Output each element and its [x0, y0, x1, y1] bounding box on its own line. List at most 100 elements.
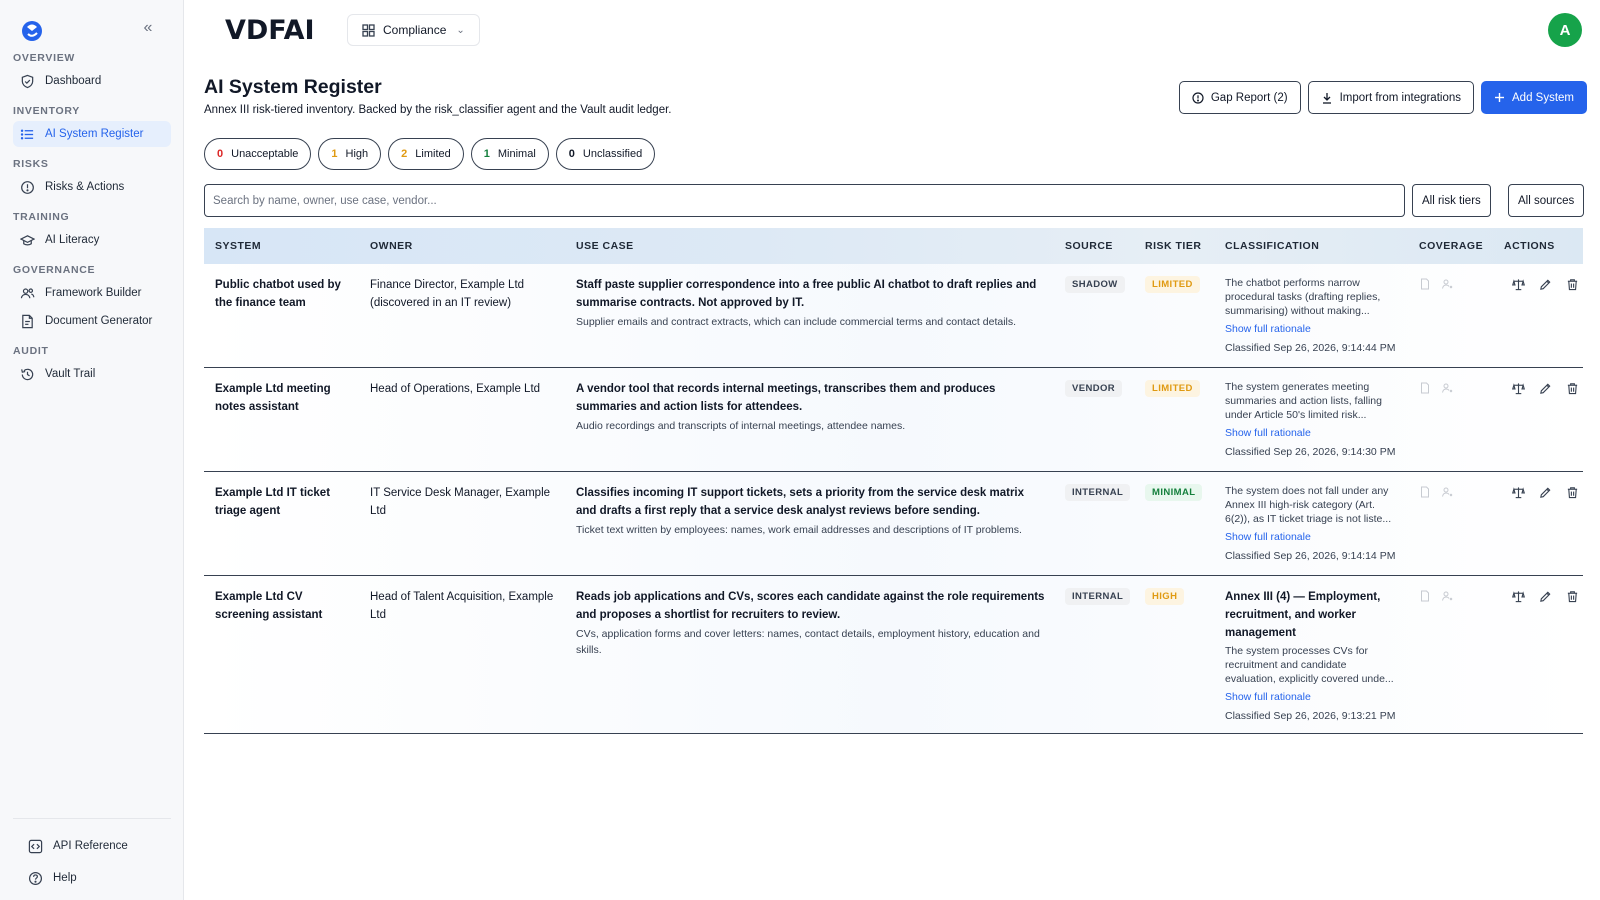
tier-filter-unacceptable[interactable]: 0 Unacceptable — [204, 138, 312, 170]
scale-icon[interactable] — [1512, 486, 1525, 499]
trash-icon[interactable] — [1566, 278, 1579, 291]
system-owner: Finance Director, Example Ltd (discovere… — [370, 279, 525, 309]
risk-tier-select[interactable]: All risk tiers — [1412, 184, 1491, 217]
trash-icon[interactable] — [1566, 486, 1579, 499]
search-input[interactable] — [204, 184, 1405, 217]
sidebar-item-label: Dashboard — [45, 75, 102, 87]
show-full-rationale-link[interactable]: Show full rationale — [1225, 690, 1400, 704]
trash-icon[interactable] — [1566, 382, 1579, 395]
sidebar-item-document-generator[interactable]: Document Generator — [13, 308, 171, 334]
scale-icon[interactable] — [1512, 382, 1525, 395]
tier-filter-high[interactable]: 1 High — [318, 138, 382, 170]
classification-cell: The system does not fall under any Annex… — [1214, 484, 1408, 575]
column-header-source: Source — [1065, 240, 1113, 252]
system-register-table: System Owner Use Case Source Risk Tier Classi… — [204, 228, 1583, 734]
classification-category: Annex III (4) — Employment, recruitment,… — [1225, 591, 1381, 639]
sidebar-item-ai-system-register[interactable]: AI System Register — [13, 121, 171, 147]
users-icon — [19, 285, 35, 301]
sidebar-item-label: AI System Register — [45, 128, 144, 140]
alert-circle-icon — [19, 179, 35, 195]
use-case-cell: Staff paste supplier correspondence into… — [565, 276, 1054, 367]
edit-icon[interactable] — [1539, 590, 1552, 603]
sidebar-item-label: API Reference — [53, 840, 128, 852]
scale-icon[interactable] — [1512, 590, 1525, 603]
coverage-icons — [1419, 588, 1485, 605]
import-button[interactable]: Import from integrations — [1307, 81, 1474, 114]
system-name[interactable]: Public chatbot used by the finance team — [204, 276, 359, 367]
source-badge: Shadow — [1065, 276, 1125, 293]
sidebar-item-dashboard[interactable]: Dashboard — [13, 68, 171, 94]
tier-filter-minimal[interactable]: 1 Minimal — [470, 138, 549, 170]
sidebar-item-ai-literacy[interactable]: AI Literacy — [13, 227, 171, 253]
classification-rationale: The system processes CVs for recruitment… — [1225, 645, 1394, 685]
actions-cell — [1493, 276, 1583, 367]
list-icon — [19, 126, 35, 142]
trash-icon[interactable] — [1566, 590, 1579, 603]
tier-filter-limited[interactable]: 2 Limited — [388, 138, 464, 170]
source-select[interactable]: All sources — [1508, 184, 1585, 217]
sidebar-item-label: Vault Trail — [45, 368, 96, 380]
sidebar-item-label: Framework Builder — [45, 287, 142, 299]
classified-timestamp: Classified Sep 26, 2026, 9:13:21 PM — [1225, 710, 1396, 722]
tier-label: High — [345, 148, 369, 160]
import-label: Import from integrations — [1339, 91, 1461, 104]
sidebar-item-risks-actions[interactable]: Risks & Actions — [13, 174, 171, 200]
show-full-rationale-link[interactable]: Show full rationale — [1225, 322, 1400, 336]
sidebar-footer: API Reference Help — [13, 818, 171, 895]
sidebar-item-label: Help — [53, 872, 77, 884]
coverage-cell — [1408, 484, 1493, 575]
sidebar-section-title: Inventory — [13, 105, 80, 117]
sidebar-section-title: Risks — [13, 158, 49, 170]
gap-report-label: Gap Report (2) — [1210, 91, 1288, 104]
chevron-down-icon: ⌄ — [456, 24, 465, 36]
row-actions — [1504, 380, 1578, 395]
system-name[interactable]: Example Ltd meeting notes assistant — [204, 380, 359, 471]
sidebar-item-api-reference[interactable]: API Reference — [13, 831, 171, 861]
risk-tier-badge: Minimal — [1145, 484, 1203, 501]
show-full-rationale-link[interactable]: Show full rationale — [1225, 426, 1400, 440]
brand-logo[interactable]: VDFAI — [225, 14, 317, 46]
owner-coverage-icon — [1441, 486, 1453, 501]
sidebar-nav: Overview Dashboard Inventory AI System Regi… — [13, 52, 171, 389]
system-name[interactable]: Example Ltd CV screening assistant — [204, 588, 359, 733]
document-coverage-icon — [1419, 590, 1431, 605]
app-logo-icon[interactable] — [20, 18, 44, 42]
source-cell: Shadow — [1054, 276, 1134, 367]
history-icon — [19, 366, 35, 382]
table-body: Public chatbot used by the finance team F… — [204, 264, 1583, 734]
sidebar-item-label: Risks & Actions — [45, 181, 125, 193]
code-icon — [27, 838, 43, 854]
tier-label: Unclassified — [582, 148, 643, 160]
collapse-sidebar-icon[interactable]: « — [138, 18, 158, 38]
sidebar-section-title: Overview — [13, 52, 76, 64]
risk-tier-badge: Limited — [1145, 380, 1200, 397]
edit-icon[interactable] — [1539, 278, 1552, 291]
sidebar-item-framework-builder[interactable]: Framework Builder — [13, 280, 171, 306]
use-case-text: Reads job applications and CVs, scores e… — [576, 591, 1045, 621]
source-cell: Internal — [1054, 588, 1134, 733]
alert-circle-icon — [1192, 91, 1204, 104]
workspace-switcher[interactable]: Compliance ⌄ — [347, 14, 480, 46]
gap-report-button[interactable]: Gap Report (2) — [1178, 81, 1301, 114]
tier-label: Limited — [415, 148, 451, 160]
scale-icon[interactable] — [1512, 278, 1525, 291]
risk-tier-cell: Minimal — [1134, 484, 1214, 575]
sidebar-item-help[interactable]: Help — [13, 863, 171, 893]
document-coverage-icon — [1419, 486, 1431, 501]
add-system-button[interactable]: Add System — [1481, 81, 1587, 114]
edit-icon[interactable] — [1539, 382, 1552, 395]
tier-filter-unclassified[interactable]: 0 Unclassified — [555, 138, 656, 170]
source-badge: Internal — [1065, 588, 1131, 605]
sidebar-item-vault-trail[interactable]: Vault Trail — [13, 361, 171, 387]
system-name[interactable]: Example Ltd IT ticket triage agent — [204, 484, 359, 575]
sidebar-section-title: Governance — [13, 264, 96, 276]
show-full-rationale-link[interactable]: Show full rationale — [1225, 530, 1400, 544]
source-cell: Vendor — [1054, 380, 1134, 471]
classification-cell: The chatbot performs narrow procedural t… — [1214, 276, 1408, 367]
document-coverage-icon — [1419, 278, 1431, 293]
table-row: Example Ltd CV screening assistant Head o… — [204, 576, 1583, 734]
avatar[interactable]: A — [1548, 13, 1582, 47]
system-owner: Head of Operations, Example Ltd — [370, 383, 541, 395]
risk-tier-badge: Limited — [1145, 276, 1200, 293]
edit-icon[interactable] — [1539, 486, 1552, 499]
